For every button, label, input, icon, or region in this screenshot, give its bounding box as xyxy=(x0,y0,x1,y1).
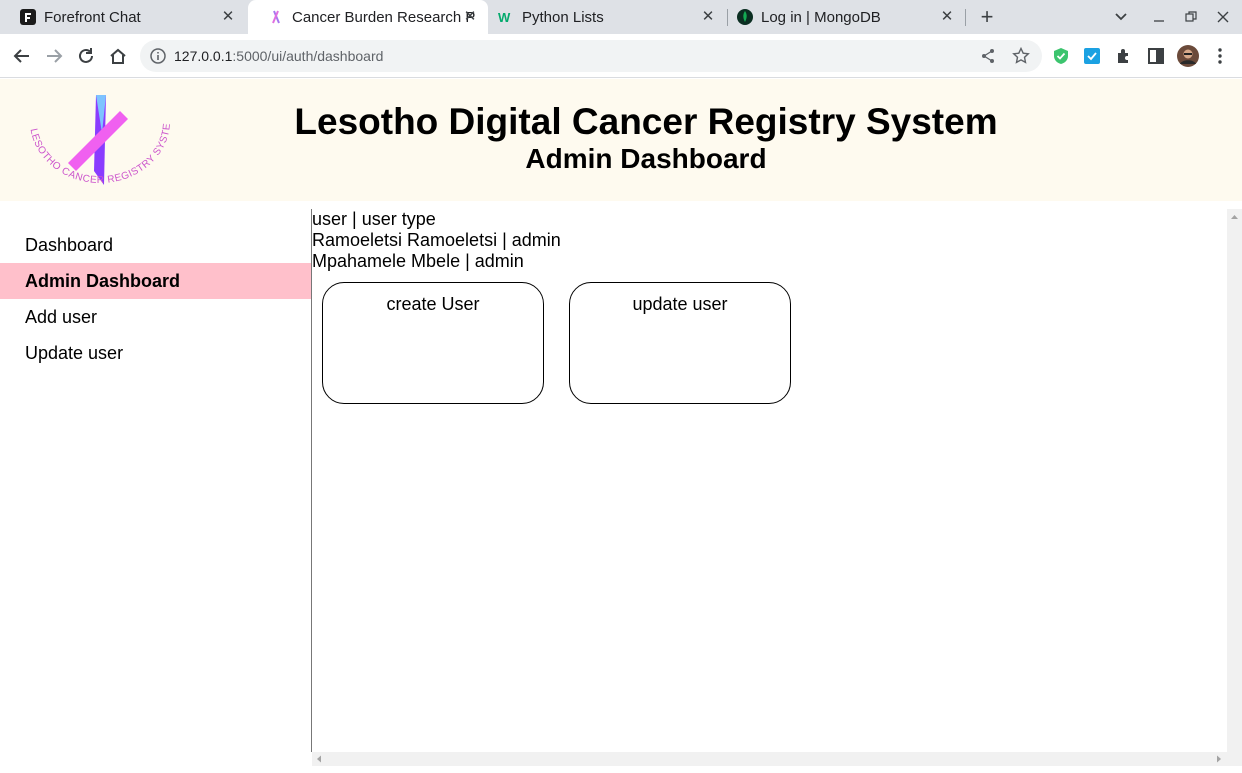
browser-tab[interactable]: Log in | MongoDB ✕ xyxy=(717,0,965,34)
reload-icon[interactable] xyxy=(74,44,98,68)
scroll-up-arrow-icon[interactable] xyxy=(1227,210,1242,225)
sidebar-item-admin-dashboard[interactable]: Admin Dashboard xyxy=(0,263,311,299)
close-tab-icon[interactable]: ✕ xyxy=(939,9,955,25)
sidebar-nav: Dashboard Admin Dashboard Add user Updat… xyxy=(0,201,311,773)
create-user-card[interactable]: create User xyxy=(322,282,544,404)
shield-extension-icon[interactable] xyxy=(1049,44,1073,68)
forefront-favicon-icon xyxy=(20,9,36,25)
w3schools-favicon-icon: W xyxy=(498,9,514,25)
page-subtitle: Admin Dashboard xyxy=(525,143,767,174)
minimize-icon[interactable] xyxy=(1148,6,1170,28)
site-info-icon[interactable] xyxy=(150,48,166,69)
checkbox-extension-icon[interactable] xyxy=(1080,44,1104,68)
vertical-scrollbar[interactable] xyxy=(1227,209,1242,752)
side-panel-icon[interactable] xyxy=(1144,44,1168,68)
tab-search-chevron-icon[interactable] xyxy=(1110,6,1132,28)
user-row: Ramoeletsi Ramoeletsi | admin xyxy=(312,230,561,250)
update-user-card-label: update user xyxy=(632,294,728,314)
main-content: user | user type Ramoeletsi Ramoeletsi |… xyxy=(311,209,1227,752)
page-title: Lesotho Digital Cancer Registry System xyxy=(294,101,998,142)
tab-title: Python Lists xyxy=(522,8,604,26)
new-tab-icon[interactable]: + xyxy=(976,4,998,29)
browser-tab[interactable]: Forefront Chat ✕ xyxy=(0,0,246,34)
users-table-header: user | user type xyxy=(312,209,436,229)
update-user-card[interactable]: update user xyxy=(569,282,791,404)
svg-text:W: W xyxy=(498,10,511,25)
browser-tab-strip: Forefront Chat ✕ Cancer Burden Research … xyxy=(0,0,1242,34)
close-tab-icon[interactable]: ✕ xyxy=(220,9,236,25)
ribbon-favicon-icon xyxy=(268,9,284,25)
forward-arrow-icon[interactable] xyxy=(42,44,66,68)
address-bar[interactable]: 127.0.0.1:5000/ui/auth/dashboard xyxy=(140,40,1042,72)
extensions-puzzle-icon[interactable] xyxy=(1112,44,1136,68)
browser-menu-icon[interactable] xyxy=(1208,44,1232,68)
scroll-left-arrow-icon[interactable] xyxy=(312,752,326,766)
home-icon[interactable] xyxy=(106,44,130,68)
user-row: Mpahamele Mbele | admin xyxy=(312,251,524,271)
bookmark-star-icon[interactable] xyxy=(1012,46,1030,70)
profile-avatar[interactable] xyxy=(1176,44,1200,68)
back-arrow-icon[interactable] xyxy=(10,44,34,68)
create-user-card-label: create User xyxy=(386,294,480,314)
browser-toolbar: 127.0.0.1:5000/ui/auth/dashboard xyxy=(0,34,1242,78)
restore-icon[interactable] xyxy=(1180,6,1202,28)
close-window-icon[interactable] xyxy=(1212,6,1234,28)
url-text[interactable]: 127.0.0.1:5000/ui/auth/dashboard xyxy=(174,48,383,64)
mongodb-favicon-icon xyxy=(737,9,753,25)
close-tab-icon[interactable]: ✕ xyxy=(462,9,478,25)
tab-title: Cancer Burden Research P xyxy=(292,8,476,26)
close-tab-icon[interactable]: ✕ xyxy=(700,9,716,25)
page-header: LESOTHO CANCER REGISTRY SYSTEM Lesotho D… xyxy=(0,79,1242,201)
sidebar-item-dashboard[interactable]: Dashboard xyxy=(0,227,311,263)
scroll-right-arrow-icon[interactable] xyxy=(1212,752,1226,766)
tab-separator xyxy=(965,9,966,26)
sidebar-item-add-user[interactable]: Add user xyxy=(0,299,311,335)
browser-tab-active[interactable]: Cancer Burden Research P ✕ xyxy=(248,0,488,34)
tab-title: Forefront Chat xyxy=(44,8,141,26)
cancer-registry-logo: LESOTHO CANCER REGISTRY SYSTEM xyxy=(20,81,176,199)
horizontal-scrollbar[interactable] xyxy=(312,752,1242,766)
browser-tab[interactable]: W Python Lists ✕ xyxy=(478,0,726,34)
sidebar-item-update-user[interactable]: Update user xyxy=(0,335,311,371)
share-icon[interactable] xyxy=(980,48,996,69)
tab-title: Log in | MongoDB xyxy=(761,8,881,26)
